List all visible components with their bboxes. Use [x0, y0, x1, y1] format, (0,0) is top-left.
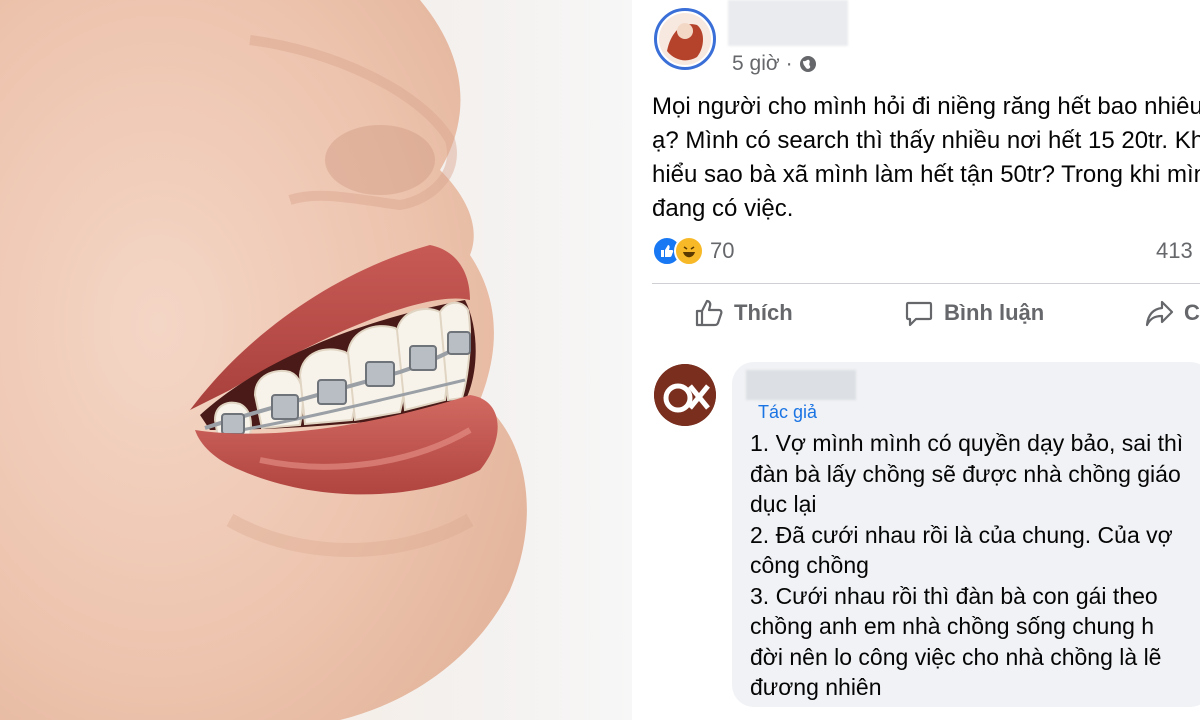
commenter-avatar[interactable]: [654, 364, 716, 426]
comment-line: đàn bà lấy chồng sẽ được nhà chồng giáo: [750, 460, 1181, 487]
post-author-name-redacted: [728, 0, 848, 46]
post-author-avatar[interactable]: [654, 8, 716, 70]
comment-line: 2. Đã cưới nhau rồi là của chung. Của vợ: [750, 521, 1173, 548]
reaction-summary[interactable]: 70: [652, 236, 734, 266]
comment-line: dục lại: [750, 491, 817, 517]
haha-reaction-icon: [674, 236, 704, 266]
comment-line: đương nhiên: [750, 674, 882, 700]
braces-illustration: [0, 0, 527, 720]
post-time[interactable]: 5 giờ: [732, 52, 780, 76]
comment-button[interactable]: Bình luận: [904, 298, 1044, 328]
like-button[interactable]: Thích: [694, 298, 793, 328]
comment-line: công chồng: [750, 552, 869, 578]
comment-line: chồng anh em nhà chồng sống chung h: [750, 613, 1155, 639]
comment-line: 3. Cưới nhau rồi thì đàn bà con gái theo: [750, 582, 1158, 609]
comment-body: 1. Vợ mình mình có quyền dạy bảo, sai th…: [750, 428, 1183, 703]
comment-icon: [904, 298, 934, 328]
share-button[interactable]: C: [1144, 298, 1200, 328]
post-line: ạ? Mình có search thì thấy nhiều nơi hết…: [652, 127, 1200, 154]
comment-line: 1. Vợ mình mình có quyền dạy bảo, sai th…: [750, 430, 1184, 456]
thumbs-up-icon: [694, 298, 724, 328]
share-label: C: [1184, 300, 1200, 325]
comment-count[interactable]: 413 b: [1156, 238, 1200, 264]
action-divider: [652, 283, 1200, 284]
like-label: Thích: [734, 300, 793, 325]
post-line: Mọi người cho mình hỏi đi niềng răng hết…: [652, 93, 1200, 120]
post-line: đang có việc.: [652, 195, 794, 222]
facebook-post-panel: 5 giờ · Mọi người cho mình hỏi đi niềng …: [632, 0, 1200, 720]
post-body: Mọi người cho mình hỏi đi niềng răng hết…: [652, 90, 1200, 226]
commenter-name-redacted: [746, 370, 856, 400]
comment-label: Bình luận: [944, 300, 1045, 325]
braces-photo: [0, 0, 632, 720]
author-badge: Tác giả: [758, 402, 818, 422]
comment-line: đời nên lo công việc cho nhà chồng là lẽ: [750, 643, 1162, 670]
reaction-count: 70: [710, 238, 735, 263]
meta-separator: ·: [785, 52, 793, 75]
globe-icon: [799, 55, 817, 73]
avatar-image: [659, 13, 711, 65]
post-meta: 5 giờ ·: [732, 52, 817, 76]
share-icon: [1144, 298, 1174, 328]
commenter-avatar-image: [654, 364, 716, 426]
post-line: hiểu sao bà xã mình làm hết tận 50tr? Tr…: [652, 161, 1200, 188]
